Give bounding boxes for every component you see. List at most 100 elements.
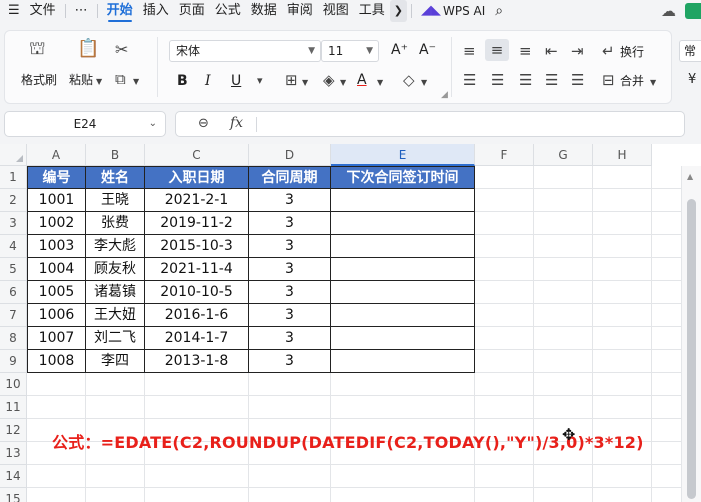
table-cell[interactable]: 刘二飞 [86,327,145,350]
distribute-icon[interactable]: ☰ [571,72,584,88]
scrollbar-thumb[interactable] [687,199,696,499]
table-cell[interactable]: 李大彪 [86,235,145,258]
table-header-cell[interactable]: 下次合同签订时间 [331,166,475,189]
row-header-9[interactable]: 9 [0,350,27,373]
table-cell[interactable]: 3 [249,281,331,304]
menu-data[interactable]: 数据 [246,0,282,22]
name-box[interactable]: E24 ⌄ [4,111,166,137]
row-header-14[interactable]: 14 [0,465,27,488]
menu-more[interactable]: ⋯ [70,0,93,22]
table-cell[interactable]: 2013-1-8 [145,350,249,373]
align-top-icon[interactable]: ≡ [463,43,476,59]
zoom-icon[interactable]: ⊖ [198,116,209,131]
table-cell[interactable]: 2016-1-6 [145,304,249,327]
merge-icon[interactable]: ⊟ [602,72,615,88]
align-center-icon[interactable]: ☰ [491,72,504,88]
chevron-right-icon[interactable]: ❯ [389,0,408,22]
column-header-d[interactable]: D [249,144,331,166]
spreadsheet-grid[interactable]: ABCDEFGH 1 2 3 4 5 6 7 8 9 10 11 12 13 14 15 编号 姓名 入职日期合… [0,144,701,502]
align-right-icon[interactable]: ☰ [519,72,532,88]
table-cell[interactable]: 3 [249,327,331,350]
font-color-button[interactable]: A [357,72,367,88]
row-header-13[interactable]: 13 [0,442,27,465]
table-cell[interactable]: 2019-11-2 [145,212,249,235]
menu-review[interactable]: 审阅 [282,0,318,22]
table-cell[interactable]: 诸葛镇 [86,281,145,304]
table-cell[interactable]: 3 [249,212,331,235]
menu-view[interactable]: 视图 [318,0,354,22]
font-shrink-button[interactable]: A⁻ [419,42,436,58]
table-cell[interactable]: 李四 [86,350,145,373]
select-all-corner[interactable] [0,144,27,166]
paste-button[interactable]: 粘贴 [69,71,93,88]
column-header-f[interactable]: F [475,144,534,166]
table-cell[interactable]: 2010-10-5 [145,281,249,304]
table-cell[interactable] [331,212,475,235]
menu-formulas[interactable]: 公式 [210,0,246,22]
number-format-select[interactable]: 常 [679,40,701,62]
table-cell[interactable]: 1007 [27,327,86,350]
row-header-6[interactable]: 6 [0,281,27,304]
menu-file[interactable]: 文件 [25,0,61,22]
scroll-up-icon[interactable]: ▲ [687,172,693,181]
column-header-b[interactable]: B [86,144,145,166]
wps-ai-button[interactable]: WPS AI [443,0,490,22]
row-header-10[interactable]: 10 [0,373,27,396]
row-header-8[interactable]: 8 [0,327,27,350]
wrap-text-button[interactable]: 换行 [620,43,644,60]
column-header-h[interactable]: H [593,144,652,166]
fill-color-icon[interactable]: ◈ [323,72,335,88]
table-cell[interactable]: 1004 [27,258,86,281]
table-cell[interactable]: 3 [249,258,331,281]
column-header-e[interactable]: E [331,144,475,166]
table-cell[interactable]: 1006 [27,304,86,327]
menu-home[interactable]: 开始 [102,0,138,22]
table-cell[interactable]: 3 [249,235,331,258]
align-left-icon[interactable]: ☰ [463,72,476,88]
font-grow-button[interactable]: A⁺ [391,42,408,58]
currency-button[interactable]: ¥ [688,72,696,87]
vertical-scrollbar[interactable]: ▲ [681,166,701,502]
indent-increase-icon[interactable]: ⇥ [571,43,584,59]
table-cell[interactable] [331,281,475,304]
column-header-c[interactable]: C [145,144,249,166]
table-cell[interactable]: 王大妞 [86,304,145,327]
table-cell[interactable]: 3 [249,189,331,212]
align-middle-icon[interactable]: ≡ [485,39,509,61]
cloud-sync-icon[interactable]: ☁ [656,0,681,22]
eraser-icon[interactable]: ◇ [403,72,415,88]
table-header-cell[interactable]: 姓名 [86,166,145,189]
menu-page[interactable]: 页面 [174,0,210,22]
table-cell[interactable]: 3 [249,304,331,327]
table-cell[interactable]: 1001 [27,189,86,212]
table-cell[interactable]: 1005 [27,281,86,304]
table-cell[interactable]: 顾友秋 [86,258,145,281]
formula-input[interactable]: ⊖ fx [175,111,685,137]
table-cell[interactable]: 1008 [27,350,86,373]
format-painter-button[interactable]: 格式刷 [21,71,57,88]
row-header-4[interactable]: 4 [0,235,27,258]
wrap-text-icon[interactable]: ↵ [602,43,615,59]
table-header-cell[interactable]: 编号 [27,166,86,189]
bold-button[interactable]: B [177,73,188,89]
table-cell[interactable]: 2021-11-4 [145,258,249,281]
copy-icon[interactable]: ⧉ [115,71,126,87]
table-cell[interactable] [331,235,475,258]
italic-button[interactable]: I [205,73,211,89]
table-cell[interactable]: 2015-10-3 [145,235,249,258]
indent-decrease-icon[interactable]: ⇤ [545,43,558,59]
table-cell[interactable] [331,304,475,327]
align-bottom-icon[interactable]: ≡ [519,43,532,59]
merge-button[interactable]: 合并 [620,72,644,89]
justify-icon[interactable]: ☰ [545,72,558,88]
underline-button[interactable]: U [231,73,241,89]
table-cell[interactable]: 张费 [86,212,145,235]
table-cell[interactable] [331,189,475,212]
table-cell[interactable] [331,327,475,350]
row-header-12[interactable]: 12 [0,419,27,442]
table-cell[interactable]: 王晓 [86,189,145,212]
column-header-g[interactable]: G [534,144,593,166]
row-header-2[interactable]: 2 [0,189,27,212]
chevron-down-icon[interactable]: ▼ [302,75,308,91]
font-name-select[interactable]: 宋体 ▼ [169,40,321,62]
